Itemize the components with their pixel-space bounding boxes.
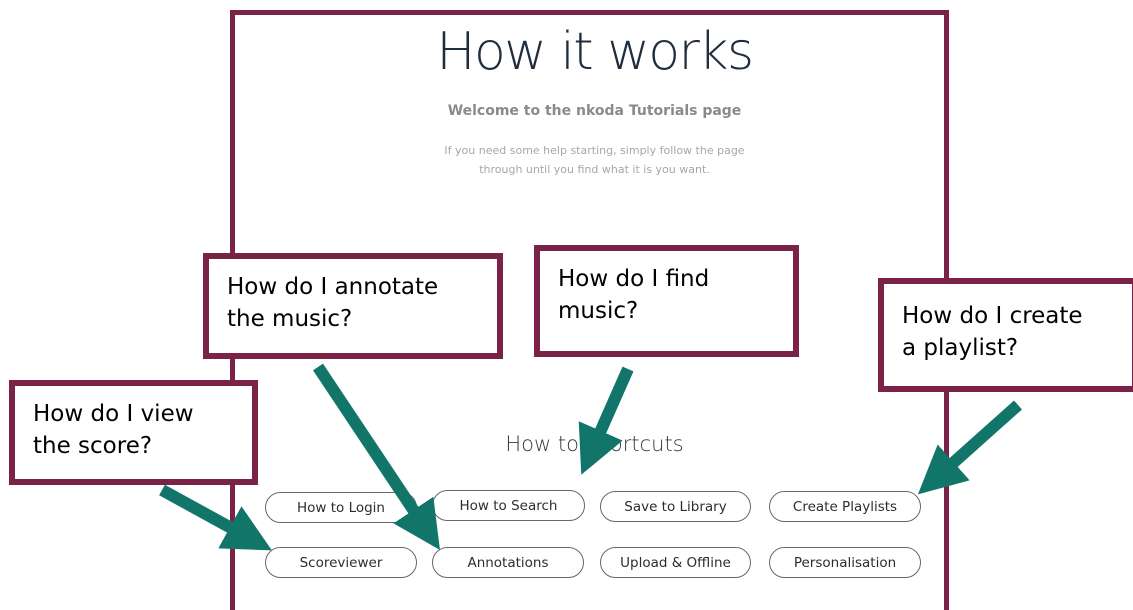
arrow-annotate-icon	[313, 363, 440, 550]
arrow-find-icon	[578, 366, 634, 475]
arrow-layer	[159, 363, 1022, 551]
arrow-playlist-icon	[917, 400, 1022, 495]
arrow-score-icon	[159, 484, 272, 551]
